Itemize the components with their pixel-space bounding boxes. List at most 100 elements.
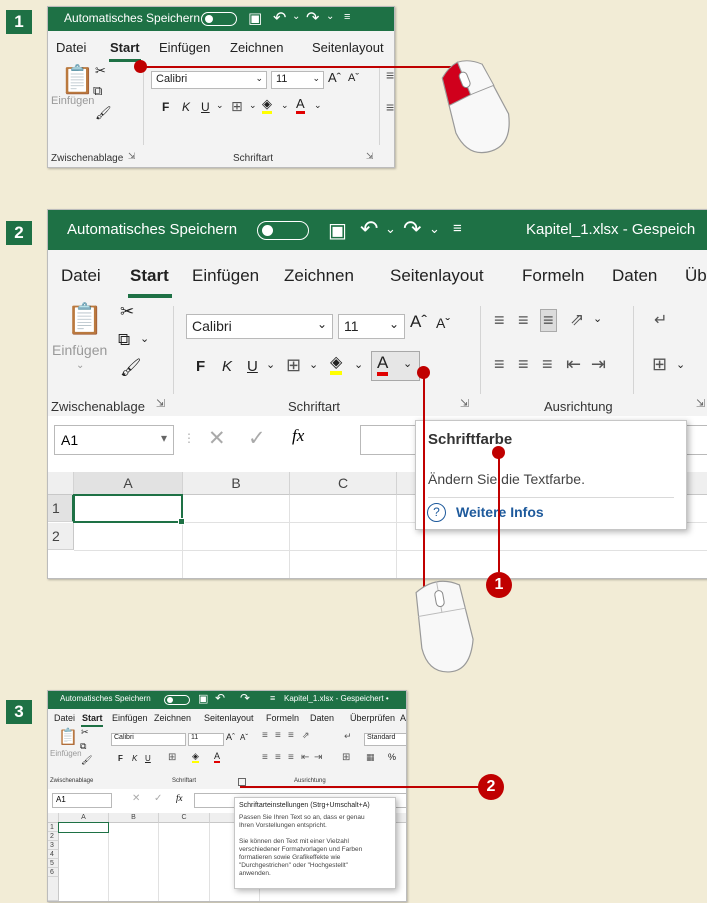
align-bottom-icon[interactable]: ≡ bbox=[288, 730, 294, 741]
format-painter-icon[interactable]: 🖌 bbox=[120, 358, 142, 378]
autosave-toggle[interactable] bbox=[257, 221, 309, 240]
border-icon[interactable]: ⊞ bbox=[286, 355, 301, 376]
font-launcher-icon[interactable] bbox=[238, 778, 246, 786]
increase-indent-icon[interactable]: ⇥ bbox=[314, 752, 322, 763]
font-name-select[interactable]: Calibri ⌄ bbox=[186, 314, 333, 339]
orientation-icon[interactable]: ⇗ bbox=[302, 730, 310, 741]
format-painter-icon[interactable]: 🖌 bbox=[95, 105, 112, 121]
font-size-select[interactable]: 11 ⌄ bbox=[338, 314, 405, 339]
row-header-1[interactable]: 1 bbox=[48, 495, 74, 522]
cancel-entry-icon[interactable]: ✕ bbox=[132, 793, 140, 804]
customize-qat-icon[interactable]: ≡ bbox=[453, 220, 462, 237]
font-launcher-icon[interactable]: ⇲ bbox=[366, 151, 374, 162]
orientation-dropdown-icon[interactable]: ⌄ bbox=[593, 312, 602, 325]
align-top-icon[interactable]: ≡ bbox=[262, 730, 268, 741]
border-icon[interactable]: ⊞ bbox=[231, 98, 243, 115]
fill-color-dropdown-icon[interactable]: ⌄ bbox=[281, 100, 289, 111]
border-icon[interactable]: ⊞ bbox=[168, 752, 176, 763]
cancel-entry-icon[interactable]: ✕ bbox=[208, 426, 226, 451]
decrease-indent-icon[interactable]: ⇤ bbox=[566, 354, 581, 375]
fill-color-icon[interactable]: ◈ bbox=[192, 751, 199, 763]
grow-font-icon[interactable]: Aˆ bbox=[226, 732, 235, 742]
redo-icon[interactable]: ↷ bbox=[240, 691, 250, 705]
tab-datei[interactable]: Datei bbox=[61, 266, 101, 286]
font-size-select[interactable]: 11 ⌄ bbox=[271, 71, 324, 89]
underline-button[interactable]: U bbox=[201, 100, 210, 114]
format-painter-icon[interactable]: 🖌 bbox=[81, 755, 92, 766]
row-header-4[interactable]: 4 bbox=[48, 850, 59, 859]
font-color-icon[interactable]: A bbox=[214, 751, 221, 763]
tab-daten[interactable]: Daten bbox=[310, 713, 334, 723]
increase-indent-icon[interactable]: ⇥ bbox=[591, 354, 606, 375]
row-header-2[interactable]: 2 bbox=[48, 832, 59, 841]
redo-dropdown-icon[interactable]: ⌄ bbox=[429, 221, 440, 237]
redo-dropdown-icon[interactable]: ⌄ bbox=[326, 11, 334, 22]
redo-icon[interactable]: ↷ bbox=[306, 8, 319, 28]
tab-einfuegen[interactable]: Einfügen bbox=[112, 713, 148, 723]
align-left-icon[interactable]: ≡ bbox=[494, 354, 505, 375]
bold-button[interactable]: F bbox=[196, 358, 205, 375]
redo-icon[interactable]: ↷ bbox=[403, 216, 421, 242]
align-middle-icon[interactable]: ≡ bbox=[518, 310, 529, 331]
tab-seitenlayout[interactable]: Seitenlayout bbox=[312, 40, 384, 55]
shrink-font-icon[interactable]: Aˇ bbox=[240, 733, 248, 742]
tab-start[interactable]: Start bbox=[82, 713, 103, 723]
tab-seitenlayout[interactable]: Seitenlayout bbox=[390, 266, 484, 286]
column-header-b[interactable]: B bbox=[109, 813, 159, 823]
tab-datei[interactable]: Datei bbox=[54, 713, 75, 723]
grow-font-icon[interactable]: Aˆ bbox=[410, 312, 427, 332]
save-icon[interactable]: ▣ bbox=[328, 218, 347, 243]
paste-button[interactable]: Einfügen bbox=[50, 749, 82, 758]
font-size-select[interactable]: 11 bbox=[188, 733, 224, 746]
fill-color-dropdown-icon[interactable]: ⌄ bbox=[354, 358, 363, 371]
align-top-icon[interactable]: ≡ bbox=[494, 310, 505, 331]
align-right-icon[interactable]: ≡ bbox=[542, 354, 553, 375]
row-header-3[interactable]: 3 bbox=[48, 841, 59, 850]
tab-daten[interactable]: Daten bbox=[612, 266, 657, 286]
clipboard-launcher-icon[interactable]: ⇲ bbox=[128, 151, 136, 162]
paste-dropdown-icon[interactable]: ⌄ bbox=[76, 360, 84, 371]
copy-icon[interactable]: ⧉ bbox=[93, 83, 102, 99]
bold-button[interactable]: F bbox=[118, 754, 123, 763]
font-color-dropdown-icon[interactable]: ⌄ bbox=[403, 357, 412, 370]
orientation-icon[interactable]: ⇗ bbox=[570, 310, 584, 330]
alignment-launcher-icon[interactable]: ⇲ bbox=[696, 397, 705, 410]
undo-dropdown-icon[interactable]: ⌄ bbox=[385, 221, 396, 237]
fill-handle[interactable] bbox=[178, 518, 185, 525]
bold-button[interactable]: F bbox=[162, 100, 169, 114]
underline-dropdown-icon[interactable]: ⌄ bbox=[216, 100, 224, 111]
name-box[interactable]: A1 bbox=[52, 793, 112, 808]
align-center-icon[interactable]: ≡ bbox=[518, 354, 529, 375]
row-header-5[interactable]: 5 bbox=[48, 859, 59, 868]
italic-button[interactable]: K bbox=[182, 100, 190, 114]
tab-zeichnen[interactable]: Zeichnen bbox=[230, 40, 283, 55]
shrink-font-icon[interactable]: Aˇ bbox=[436, 315, 450, 331]
active-cell-a1[interactable] bbox=[58, 822, 109, 833]
grow-font-icon[interactable]: Aˆ bbox=[328, 70, 341, 85]
customize-qat-icon[interactable]: ≡ bbox=[344, 11, 350, 23]
save-icon[interactable]: ▣ bbox=[198, 692, 208, 705]
clipboard-launcher-icon[interactable]: ⇲ bbox=[156, 397, 165, 410]
underline-button[interactable]: U bbox=[247, 358, 258, 375]
underline-dropdown-icon[interactable]: ⌄ bbox=[266, 358, 275, 371]
autosave-toggle[interactable] bbox=[164, 695, 190, 705]
tab-seitenlayout[interactable]: Seitenlayout bbox=[204, 713, 254, 723]
customize-qat-icon[interactable]: ≡ bbox=[270, 693, 275, 703]
cut-icon[interactable]: ✂ bbox=[81, 727, 89, 738]
tab-datei[interactable]: Datei bbox=[56, 40, 86, 55]
undo-icon[interactable]: ↶ bbox=[360, 216, 378, 242]
column-header-c[interactable]: C bbox=[290, 472, 397, 495]
copy-icon[interactable]: ⧉ bbox=[80, 741, 86, 752]
tab-ueberpruefen[interactable]: Überprüfen bbox=[350, 713, 395, 723]
tab-zeichnen[interactable]: Zeichnen bbox=[284, 266, 354, 286]
wrap-text-icon[interactable]: ↵ bbox=[344, 731, 352, 742]
copy-dropdown-icon[interactable]: ⌄ bbox=[140, 332, 149, 345]
tab-formeln[interactable]: Formeln bbox=[522, 266, 584, 286]
row-header-6[interactable]: 6 bbox=[48, 868, 59, 877]
save-icon[interactable]: ▣ bbox=[248, 9, 262, 27]
align-middle-icon[interactable]: ≡ bbox=[275, 730, 281, 741]
italic-button[interactable]: K bbox=[222, 358, 232, 375]
font-color-dropdown-icon[interactable]: ⌄ bbox=[314, 100, 322, 111]
tab-ueberpruefen[interactable]: Üb bbox=[685, 266, 707, 286]
confirm-entry-icon[interactable]: ✓ bbox=[248, 426, 266, 451]
